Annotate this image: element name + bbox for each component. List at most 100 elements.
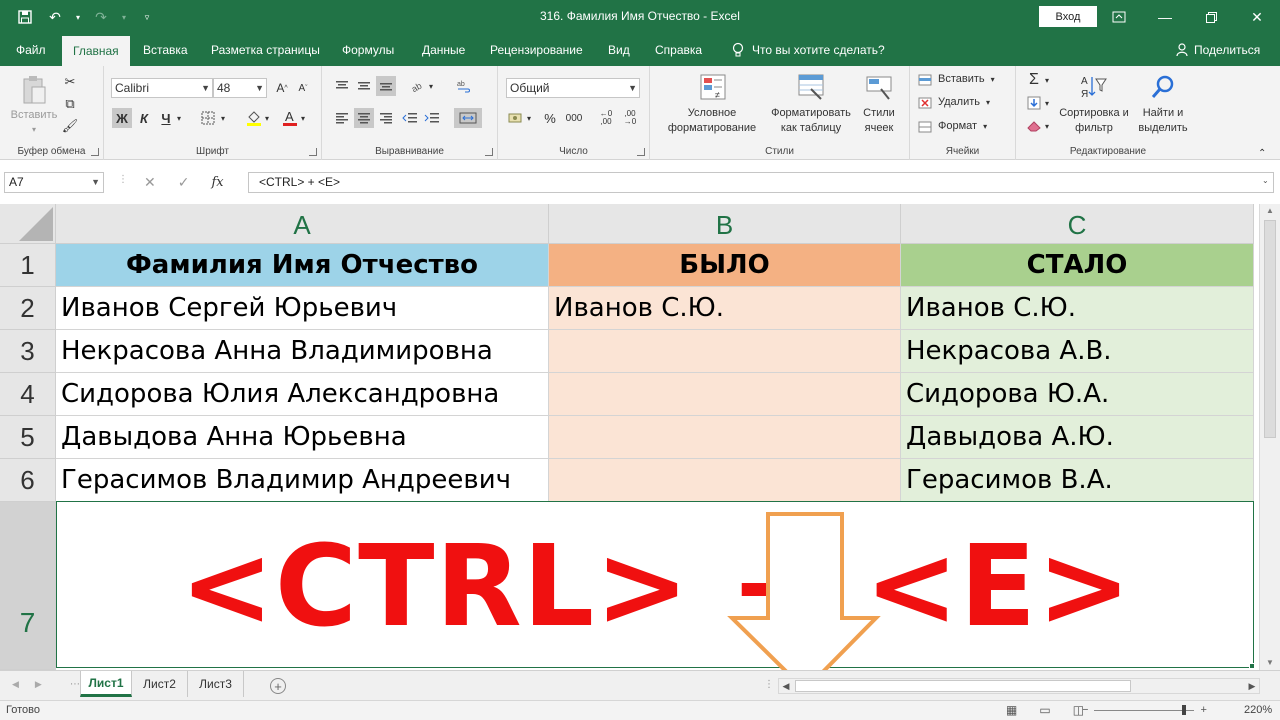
orientation-dropdown-icon[interactable]: ▾	[426, 76, 436, 96]
merge-center-icon[interactable]	[454, 108, 482, 128]
row-header[interactable]: 5	[0, 416, 56, 459]
cell-a7-merged[interactable]: <CTRL> + <E>	[56, 501, 1254, 668]
format-cells-button[interactable]: Формат ▾	[918, 119, 987, 134]
customize-toolbar-icon[interactable]: ▿	[136, 6, 158, 28]
cell-a2[interactable]: Иванов Сергей Юрьевич	[56, 287, 549, 330]
sheet-tab-3[interactable]: Лист3	[188, 671, 244, 697]
zoom-in-icon[interactable]: +	[1200, 704, 1206, 716]
clear-dropdown-icon[interactable]: ▾	[1042, 116, 1052, 136]
decrease-indent-icon[interactable]	[400, 108, 420, 128]
close-icon[interactable]: ✕	[1234, 0, 1280, 34]
tab-data[interactable]: Данные	[422, 34, 465, 66]
tab-page-layout[interactable]: Разметка страницы	[211, 34, 320, 66]
sheet-ellipsis[interactable]: ⋯	[70, 679, 80, 690]
restore-icon[interactable]	[1188, 0, 1234, 34]
cell-c2[interactable]: Иванов С.Ю.	[901, 287, 1254, 330]
increase-font-size-icon[interactable]: A ^	[272, 78, 292, 98]
zoom-slider[interactable]	[1094, 704, 1195, 715]
page-layout-view-icon[interactable]: ▭	[1039, 703, 1050, 717]
name-box[interactable]: A7 ▼	[4, 172, 104, 193]
align-top-icon[interactable]	[332, 76, 352, 96]
format-as-table-icon[interactable]	[796, 72, 826, 102]
column-header-a[interactable]: A	[56, 204, 549, 244]
select-all-button[interactable]	[0, 204, 56, 244]
fill-icon[interactable]	[1024, 93, 1044, 113]
redo-icon[interactable]: ↷	[90, 6, 112, 28]
italic-button[interactable]: К	[134, 108, 154, 128]
insert-cells-button[interactable]: Вставить ▾	[918, 72, 995, 87]
cell-a1[interactable]: Фамилия Имя Отчество	[56, 244, 549, 287]
copy-icon[interactable]: ⧉	[60, 94, 80, 114]
percent-button[interactable]: %	[540, 108, 560, 128]
cell-a5[interactable]: Давыдова Анна Юрьевна	[56, 416, 549, 459]
minimize-icon[interactable]: —	[1142, 0, 1188, 34]
insert-function-icon[interactable]: fx	[211, 175, 223, 190]
share-button[interactable]: Поделиться	[1176, 34, 1260, 66]
autosum-dropdown-icon[interactable]: ▾	[1042, 70, 1052, 90]
row-header[interactable]: 6	[0, 459, 56, 502]
conditional-formatting-label[interactable]: Условное форматирование	[654, 106, 770, 136]
sheet-tab-1[interactable]: Лист1	[80, 671, 132, 697]
cell-b1[interactable]: БЫЛО	[549, 244, 901, 287]
row-header[interactable]: 1	[0, 244, 56, 287]
fill-color-icon[interactable]	[244, 108, 264, 128]
align-middle-icon[interactable]	[354, 76, 374, 96]
row-header[interactable]: 2	[0, 287, 56, 330]
format-painter-icon[interactable]: 🖌	[60, 116, 80, 136]
borders-icon[interactable]	[198, 108, 218, 128]
number-format-combo[interactable]: Общий ▼	[506, 78, 640, 98]
scroll-down-icon[interactable]: ▼	[1260, 658, 1280, 667]
cell-c4[interactable]: Сидорова Ю.А.	[901, 373, 1254, 416]
normal-view-icon[interactable]: ▦	[1006, 703, 1017, 717]
cell-c3[interactable]: Некрасова А.В.	[901, 330, 1254, 373]
align-center-icon[interactable]	[354, 108, 374, 128]
number-launcher-icon[interactable]	[637, 148, 645, 156]
sort-filter-label[interactable]: Сортировка и фильтр	[1056, 106, 1132, 136]
scroll-right-icon[interactable]: ▶	[1245, 679, 1259, 693]
signin-button[interactable]: Вход	[1039, 6, 1097, 27]
zoom-slider-thumb[interactable]	[1182, 704, 1187, 715]
cell-b4[interactable]	[549, 373, 901, 416]
sheet-tab-2[interactable]: Лист2	[132, 671, 188, 697]
cell-c1[interactable]: СТАЛО	[901, 244, 1254, 287]
cell-a6[interactable]: Герасимов Владимир Андреевич	[56, 459, 549, 502]
autosum-icon[interactable]: Σ	[1024, 70, 1044, 90]
find-select-label[interactable]: Найти и выделить	[1128, 106, 1198, 136]
horizontal-scroll-thumb[interactable]	[795, 680, 1131, 692]
cell-b2[interactable]: Иванов С.Ю.	[549, 287, 901, 330]
cut-icon[interactable]: ✂	[60, 72, 80, 92]
conditional-formatting-icon[interactable]: ≠	[698, 72, 728, 102]
vertical-scroll-thumb[interactable]	[1264, 220, 1276, 438]
currency-icon[interactable]	[506, 108, 526, 128]
cell-b3[interactable]	[549, 330, 901, 373]
cell-styles-icon[interactable]	[864, 72, 894, 102]
cell-styles-label[interactable]: Стили ячеек	[850, 106, 908, 136]
column-header-b[interactable]: B	[549, 204, 901, 244]
scroll-up-icon[interactable]: ▲	[1260, 206, 1280, 215]
tab-split-handle[interactable]: ⋮	[764, 679, 774, 690]
next-sheet-icon[interactable]: ▶	[35, 679, 42, 690]
fill-color-dropdown-icon[interactable]: ▾	[262, 108, 272, 128]
clipboard-launcher-icon[interactable]	[91, 148, 99, 156]
cell-c5[interactable]: Давыдова А.Ю.	[901, 416, 1254, 459]
font-size-combo[interactable]: 48 ▼	[213, 78, 267, 98]
expand-formula-bar-icon[interactable]: ⌄	[1262, 176, 1269, 185]
vertical-scrollbar[interactable]: ▲ ▼	[1259, 204, 1280, 670]
paste-dropdown-icon[interactable]: ▾	[26, 122, 42, 137]
wrap-text-icon[interactable]: ab	[454, 76, 474, 96]
cell-c6[interactable]: Герасимов В.А.	[901, 459, 1254, 502]
add-sheet-button[interactable]: +	[270, 678, 286, 694]
cell-b6[interactable]	[549, 459, 901, 502]
cell-a3[interactable]: Некрасова Анна Владимировна	[56, 330, 549, 373]
undo-icon[interactable]: ↶	[44, 6, 66, 28]
scroll-left-icon[interactable]: ◀	[779, 679, 793, 693]
redo-dropdown-icon[interactable]: ▾	[120, 6, 128, 28]
font-name-combo[interactable]: Calibri ▼	[111, 78, 213, 98]
column-header-c[interactable]: C	[901, 204, 1254, 244]
font-launcher-icon[interactable]	[309, 148, 317, 156]
underline-dropdown-icon[interactable]: ▾	[174, 108, 184, 128]
paste-icon[interactable]	[18, 74, 50, 106]
zoom-level[interactable]: 220%	[1244, 704, 1272, 716]
alignment-launcher-icon[interactable]	[485, 148, 493, 156]
save-icon[interactable]	[14, 6, 36, 28]
